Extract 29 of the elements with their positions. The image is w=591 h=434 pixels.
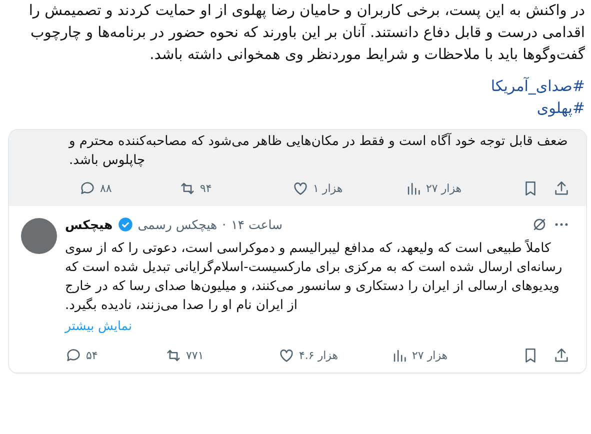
separator-dot: · — [222, 217, 226, 232]
slashed-circle-icon[interactable] — [531, 216, 548, 233]
bar-chart-icon[interactable] — [405, 180, 422, 197]
share-icon[interactable] — [553, 180, 570, 197]
heart-icon[interactable] — [278, 347, 295, 364]
share-icon[interactable] — [553, 347, 570, 364]
comment-icon[interactable] — [65, 347, 82, 364]
views-button[interactable]: ۲۷ هزار — [391, 347, 501, 364]
hashtag-link[interactable]: #پهلوی — [536, 97, 585, 119]
like-button[interactable]: ۴.۶ هزار — [278, 347, 391, 364]
avatar[interactable] — [21, 218, 57, 254]
reply-button[interactable]: ۵۴ — [65, 347, 165, 364]
reply-button[interactable]: ۸۸ — [79, 180, 179, 197]
repost-button[interactable]: ۷۷۱ — [165, 347, 278, 364]
comment-icon[interactable] — [79, 180, 96, 197]
like-button[interactable]: ۱ هزار — [292, 180, 405, 197]
repost-icon[interactable] — [165, 347, 182, 364]
heart-icon[interactable] — [292, 180, 309, 197]
tweet-text: ضعف قابل توجه خود آگاه است و فقط در مکان‌هایی ظاهر می‌شود که مصاحبه‌کننده محترم و چاپلوس باشد. — [68, 132, 569, 170]
hashtag-link[interactable]: #صدای_آمریکا — [490, 75, 585, 97]
article-paragraph: در واکنش به این پست، برخی کاربران و حامیان رضا پهلوی از او حمایت کردند و تصمیمش را اقدامی درست و قابل دفاع دانستند. آنان بر این باورند که نحوه حضور در برنامه‌ها و چارچوب گفت‌وگوها باید با ملاحظات و شرایط موردنظر وی همخوانی داشته باشد. — [28, 1, 586, 65]
user-handle[interactable]: هیچکس رسمی — [138, 217, 218, 232]
views-button[interactable]: ۲۷ هزار — [405, 180, 515, 197]
bar-chart-icon[interactable] — [391, 347, 408, 364]
post-time[interactable]: ۱۴ ساعت — [231, 217, 283, 232]
repost-button[interactable]: ۹۴ — [179, 180, 292, 197]
user-name[interactable]: هیچکس — [65, 217, 113, 232]
tweet-text: کاملاً طبیعی است که ولیعهد، که مدافع لیبرالیسم و دموکراسی است، دعوتی را که از سوی رسانه‌ای ارسال شده است که به مرکزی برای مارکسیست-اسلام‌گرایانی تبدیل شده است که ویدیوهای ارسالی از ایران را دستکاری و سانسور می‌کنند، و میلیون‌ها صدای رسا که در خارج از ایران نام او را صدا می‌زنند، نادیده بگیرد. — [65, 239, 564, 315]
repost-icon[interactable] — [179, 180, 196, 197]
